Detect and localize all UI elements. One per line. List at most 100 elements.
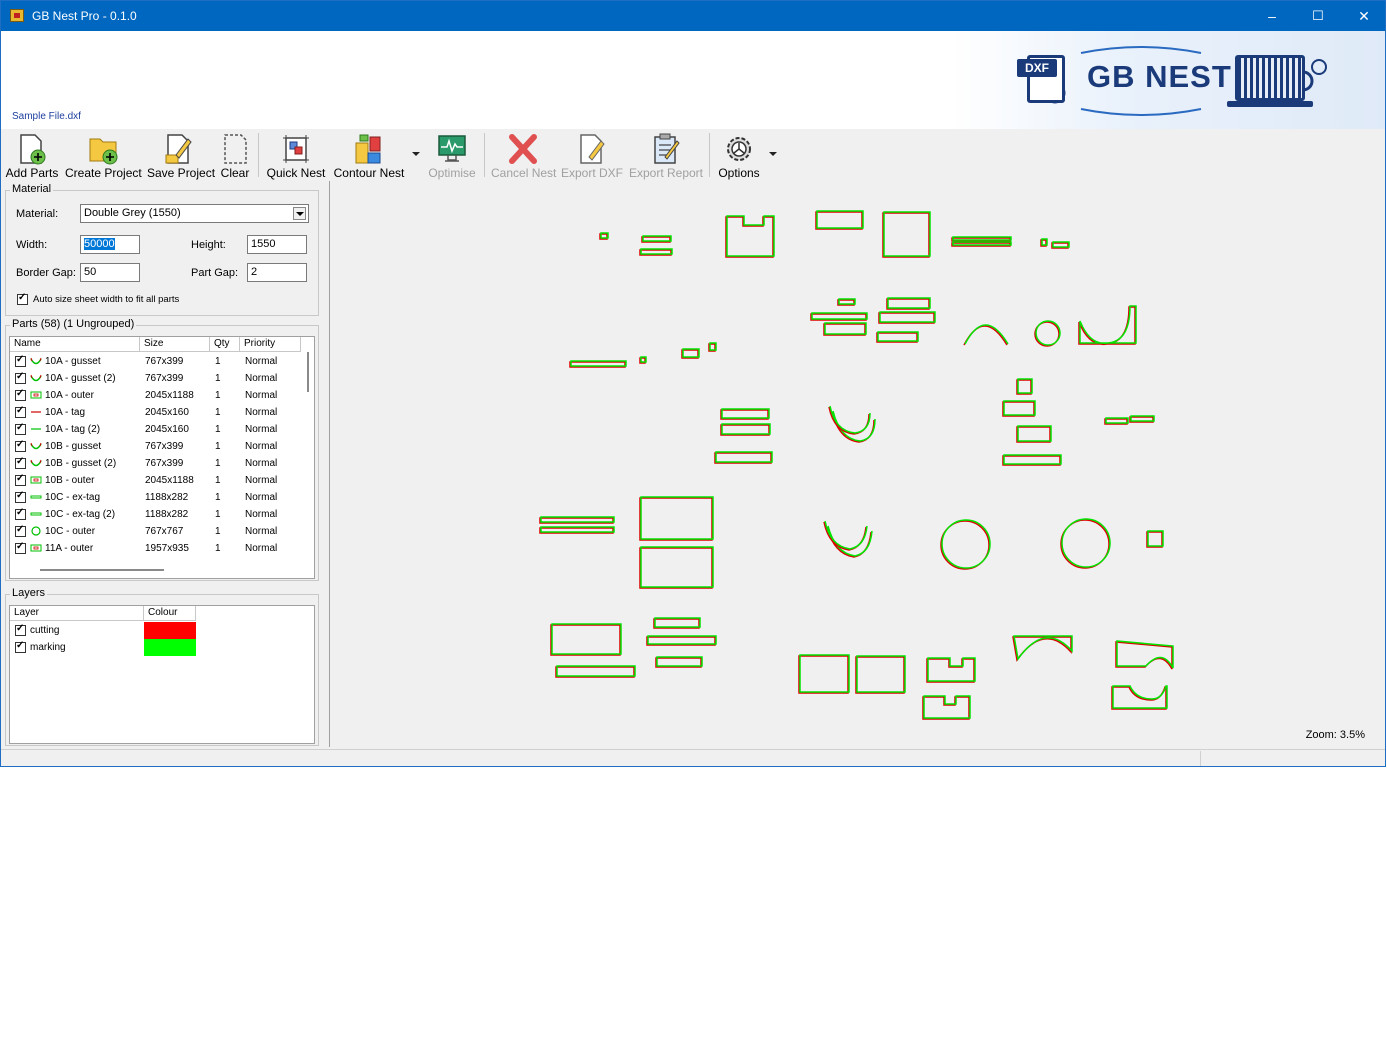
clear-label: Clear [220, 166, 250, 180]
layer-name: marking [30, 642, 66, 653]
column-layer[interactable]: Layer [10, 606, 144, 621]
table-row[interactable]: 10C - outer 767x767 1 Normal [10, 523, 314, 540]
layer-checkbox[interactable] [15, 640, 26, 653]
layers-list[interactable]: Layer Colour cutting marking [9, 605, 315, 744]
contour-nest-button[interactable]: Contour Nest [333, 131, 405, 180]
part-checkbox[interactable] [15, 439, 26, 452]
table-row[interactable]: 10A - tag 2045x160 1 Normal [10, 404, 314, 421]
save-project-button[interactable]: Save Project [147, 131, 215, 180]
part-checkbox[interactable] [15, 405, 26, 418]
parts-list[interactable]: Name Size Qty Priority 10A - gusset 767x3… [9, 336, 315, 579]
border-gap-input[interactable]: 50 [80, 263, 140, 282]
column-size[interactable]: Size [140, 337, 210, 352]
table-row[interactable]: 11A - outer 1957x935 1 Normal [10, 540, 314, 557]
table-row[interactable]: 10A - gusset (2) 767x399 1 Normal [10, 370, 314, 387]
layer-colour-swatch[interactable] [144, 622, 196, 639]
layer-checkbox[interactable] [15, 623, 26, 636]
part-size: 1957x935 [145, 543, 189, 554]
nested-part [1002, 401, 1035, 417]
column-name[interactable]: Name [10, 337, 140, 352]
nest-preview[interactable] [330, 181, 1386, 747]
part-priority: Normal [245, 458, 278, 469]
zoom-level: Zoom: 3.5% [1305, 729, 1365, 741]
layers-group: Layers Layer Colour cutting marking [5, 587, 319, 746]
chevron-down-icon[interactable] [293, 207, 306, 220]
table-row[interactable]: 10C - ex-tag (2) 1188x282 1 Normal [10, 506, 314, 523]
nested-part [726, 215, 775, 257]
laptop-icon [1235, 55, 1305, 101]
layer-row[interactable]: marking [10, 639, 314, 656]
maximize-button[interactable]: ☐ [1295, 1, 1341, 31]
close-button[interactable]: ✕ [1341, 1, 1385, 31]
part-gap-input[interactable]: 2 [247, 263, 307, 282]
optimise-button[interactable]: Optimise [425, 131, 479, 180]
quick-nest-button[interactable]: Quick Nest [265, 131, 327, 180]
auto-size-checkbox[interactable] [17, 292, 28, 305]
table-row[interactable]: 10C - ex-tag 1188x282 1 Normal [10, 489, 314, 506]
gear-icon [727, 137, 751, 161]
height-input[interactable]: 1550 [247, 235, 307, 254]
nested-part [941, 519, 991, 569]
width-input[interactable]: 50000 [80, 235, 140, 254]
vertical-scrollbar-thumb[interactable] [307, 352, 309, 392]
nested-part [1016, 426, 1051, 443]
line-part-icon [31, 411, 41, 413]
part-size: 1188x282 [145, 509, 189, 520]
column-priority[interactable]: Priority [240, 337, 301, 352]
nested-part [1115, 641, 1173, 670]
nested-part [640, 546, 714, 588]
part-checkbox[interactable] [15, 541, 26, 554]
column-qty[interactable]: Qty [210, 337, 240, 352]
part-checkbox[interactable] [15, 371, 26, 384]
parts-group-title: Parts (58) (1 Ungrouped) [10, 318, 137, 330]
part-priority: Normal [245, 543, 278, 554]
nested-part [725, 216, 774, 258]
table-row[interactable]: 10B - gusset (2) 767x399 1 Normal [10, 455, 314, 472]
minimize-button[interactable]: – [1249, 1, 1295, 31]
column-colour[interactable]: Colour [144, 606, 196, 621]
part-qty: 1 [215, 526, 221, 537]
export-dxf-button[interactable]: Export DXF [561, 131, 623, 180]
height-label: Height: [191, 239, 226, 251]
toolbar-separator [258, 133, 259, 177]
table-row[interactable]: 10B - outer 2045x1188 1 Normal [10, 472, 314, 489]
nested-part [816, 210, 864, 229]
layer-colour-swatch[interactable] [144, 639, 196, 656]
table-row[interactable]: 10B - gusset 767x399 1 Normal [10, 438, 314, 455]
table-row[interactable]: 10A - tag (2) 2045x160 1 Normal [10, 421, 314, 438]
table-row[interactable]: 10A - gusset 767x399 1 Normal [10, 353, 314, 370]
clear-button[interactable]: Clear [217, 131, 253, 180]
part-qty: 1 [215, 390, 221, 401]
options-dropdown-icon[interactable] [769, 152, 777, 156]
part-priority: Normal [245, 424, 278, 435]
part-checkbox[interactable] [15, 388, 26, 401]
nested-part [856, 655, 906, 693]
material-select[interactable]: Double Grey (1550) [80, 204, 309, 223]
nested-part [1061, 518, 1111, 568]
part-name: 10A - tag [45, 407, 86, 418]
table-row[interactable]: 10A - outer 2045x1188 1 Normal [10, 387, 314, 404]
part-checkbox[interactable] [15, 456, 26, 469]
part-checkbox[interactable] [15, 524, 26, 537]
nest-canvas[interactable]: Zoom: 3.5% [329, 181, 1386, 747]
horizontal-scrollbar-thumb[interactable] [40, 569, 164, 571]
contour-nest-dropdown-icon[interactable] [412, 152, 420, 156]
part-priority: Normal [245, 509, 278, 520]
cancel-nest-button[interactable]: Cancel Nest [491, 131, 556, 180]
width-input-value: 50000 [84, 238, 115, 250]
nested-part [838, 298, 856, 305]
options-button[interactable]: Options [715, 131, 763, 180]
add-parts-button[interactable]: Add Parts [5, 131, 59, 180]
part-checkbox[interactable] [15, 473, 26, 486]
export-report-button[interactable]: Export Report [627, 131, 705, 180]
part-checkbox[interactable] [15, 490, 26, 503]
create-project-button[interactable]: Create Project [65, 131, 142, 180]
part-priority: Normal [245, 356, 278, 367]
part-size: 1188x282 [145, 492, 189, 503]
part-checkbox[interactable] [15, 422, 26, 435]
part-checkbox[interactable] [15, 507, 26, 520]
layer-row[interactable]: cutting [10, 622, 314, 639]
part-checkbox[interactable] [15, 354, 26, 367]
nested-part [1078, 306, 1136, 346]
add-parts-label: Add Parts [5, 166, 59, 180]
